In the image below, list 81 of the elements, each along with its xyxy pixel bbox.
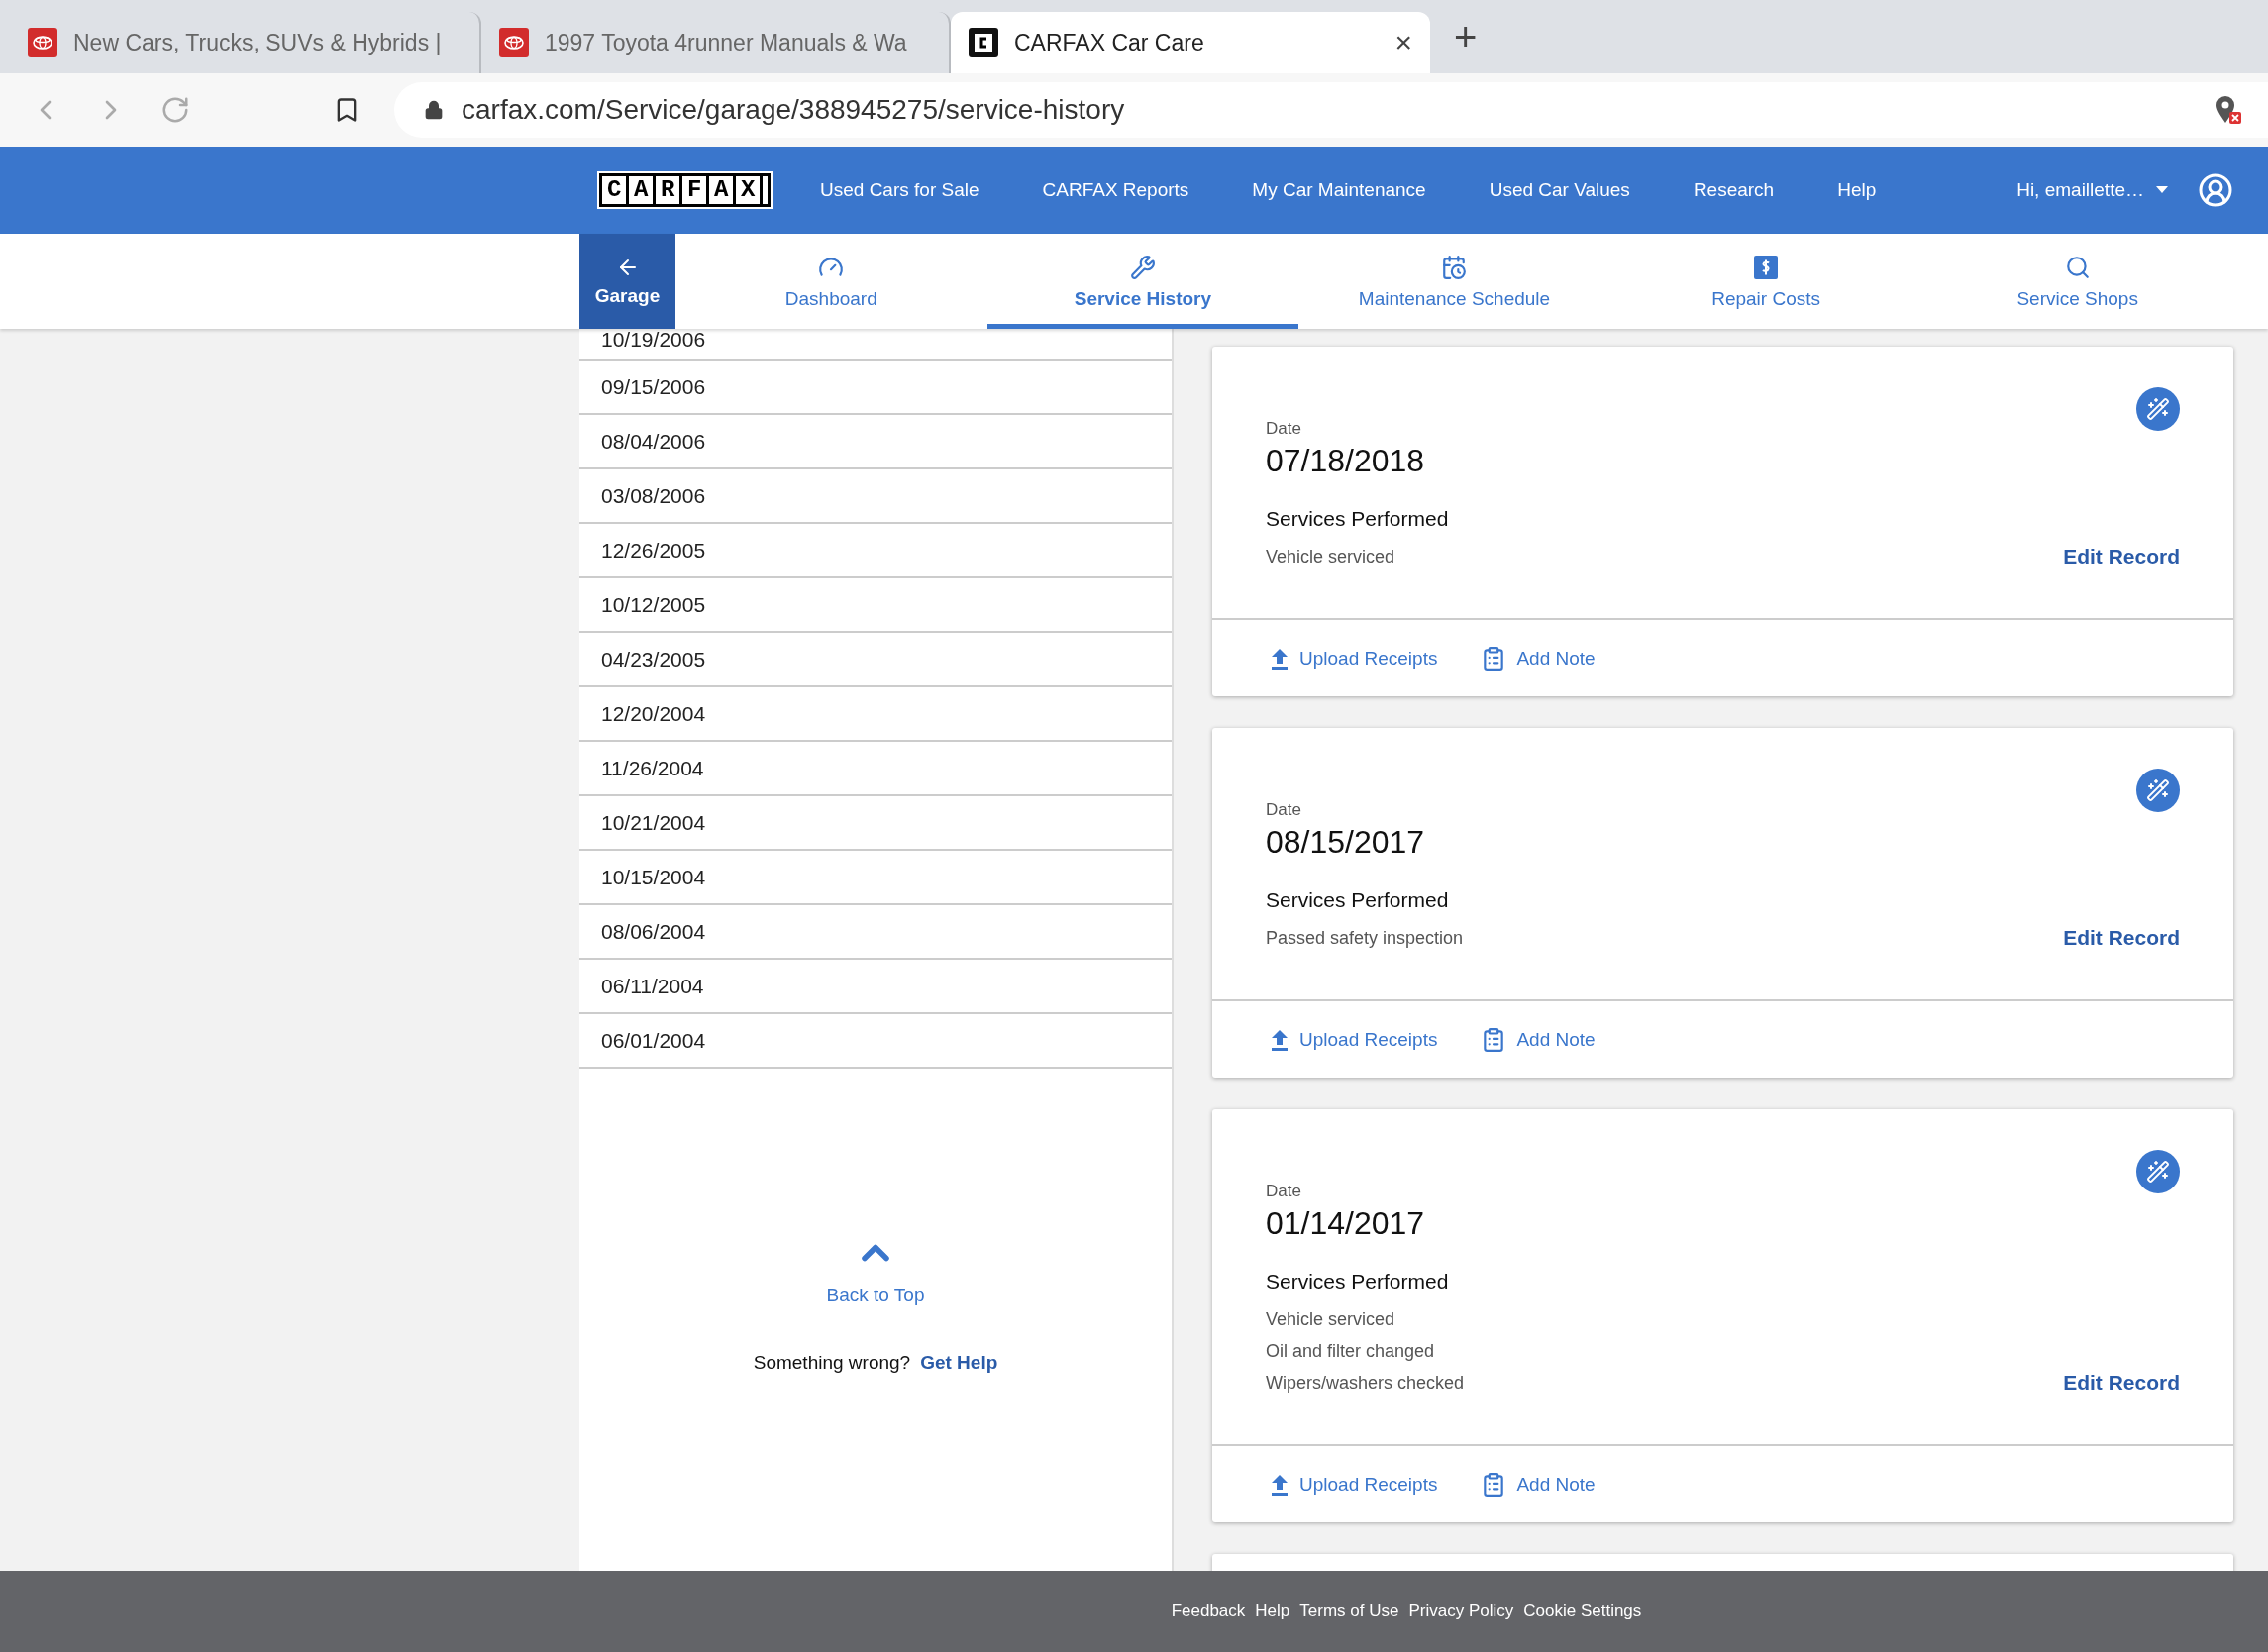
upload-receipts-link[interactable]: Upload Receipts	[1270, 647, 1438, 670]
back-to-top-link[interactable]: Back to Top	[826, 1285, 925, 1306]
history-date-item[interactable]: 03/08/2006	[579, 469, 1172, 524]
date-label: Date	[1266, 800, 1302, 820]
get-help-link[interactable]: Get Help	[920, 1352, 998, 1374]
magic-wand-icon	[2146, 778, 2170, 802]
add-note-link[interactable]: Add Note	[1481, 1026, 1596, 1053]
nav-link[interactable]: Research	[1693, 179, 1775, 201]
avatar-icon[interactable]	[2198, 172, 2233, 208]
magic-wand-button[interactable]	[2136, 769, 2180, 812]
section-tab[interactable]: Repair Costs	[1609, 234, 1922, 329]
edit-record-link[interactable]: Edit Record	[2063, 541, 2180, 572]
address-field[interactable]: carfax.com/Service/garage/388945275/service-history	[394, 82, 2268, 138]
history-date-item[interactable]: 12/20/2004	[579, 687, 1172, 742]
record-date: 01/14/2017	[1266, 1205, 1426, 1242]
close-tab-button[interactable]: ×	[1394, 26, 1412, 59]
history-date-item[interactable]: 08/06/2004	[579, 905, 1172, 960]
lock-icon	[424, 100, 444, 120]
service-item: Vehicle serviced	[1266, 1308, 1396, 1331]
history-date-item[interactable]: 10/19/2006	[579, 329, 1172, 361]
dollar-icon	[1753, 255, 1780, 280]
upload-receipts-link[interactable]: Upload Receipts	[1270, 1028, 1438, 1051]
history-date-item[interactable]: 04/23/2005	[579, 633, 1172, 687]
history-date-item[interactable]: 06/11/2004	[579, 960, 1172, 1014]
magic-wand-icon	[2146, 397, 2170, 421]
footer-link[interactable]: Cookie Settings	[1523, 1601, 1642, 1621]
emblem-icon	[499, 28, 529, 57]
services-heading: Services Performed	[1266, 888, 1450, 912]
add-note-link[interactable]: Add Note	[1481, 1471, 1596, 1497]
section-tab[interactable]: Service Shops	[1921, 234, 2233, 329]
history-date-item[interactable]: 10/21/2004	[579, 796, 1172, 851]
record-date: 07/18/2018	[1266, 443, 1426, 479]
section-tab[interactable]: Dashboard	[675, 234, 987, 329]
nav-link[interactable]: Used Cars for Sale	[820, 179, 979, 201]
browser-tab[interactable]: CARFAX Car Care ×	[951, 12, 1430, 73]
caret-icon	[2156, 186, 2168, 194]
nav-link[interactable]: My Car Maintenance	[1252, 179, 1426, 201]
edit-record-link[interactable]: Edit Record	[2063, 1367, 2180, 1398]
service-item: Wipers/washers checked	[1266, 1372, 1465, 1394]
wrench-icon	[1129, 255, 1156, 280]
magic-wand-icon	[2146, 1160, 2170, 1184]
history-date-item[interactable]: 10/12/2005	[579, 578, 1172, 633]
site-icon	[969, 28, 998, 57]
section-tab[interactable]: Maintenance Schedule	[1298, 234, 1610, 329]
footer-link[interactable]: Terms of Use	[1299, 1601, 1399, 1621]
history-date-item[interactable]: 09/15/2006	[579, 361, 1172, 415]
date-label: Date	[1266, 419, 1302, 439]
upload-receipts-link[interactable]: Upload Receipts	[1270, 1473, 1438, 1496]
services-heading: Services Performed	[1266, 507, 1449, 531]
new-tab-button[interactable]: +	[1454, 14, 1478, 59]
history-date-item[interactable]: 12/26/2005	[579, 524, 1172, 578]
upload-icon	[1270, 647, 1289, 670]
calendar-clock-icon	[1441, 255, 1468, 280]
location-blocked-icon[interactable]	[2215, 95, 2242, 125]
edit-record-link[interactable]: Edit Record	[2063, 922, 2180, 954]
magic-wand-button[interactable]	[2136, 1150, 2180, 1193]
record-date: 08/15/2017	[1266, 824, 1426, 861]
service-item: Vehicle serviced	[1266, 546, 1396, 568]
upload-icon	[1270, 1473, 1289, 1496]
footer-link[interactable]: Feedback	[1171, 1601, 1246, 1621]
nav-link[interactable]: Used Car Values	[1489, 179, 1630, 201]
date-label: Date	[1266, 1182, 1302, 1201]
search-icon	[2064, 255, 2091, 280]
history-date-item[interactable]: 11/26/2004	[579, 742, 1172, 796]
services-heading: Services Performed	[1266, 1270, 1450, 1293]
history-date-item[interactable]: 06/01/2004	[579, 1014, 1172, 1069]
add-note-link[interactable]: Add Note	[1481, 645, 1596, 671]
magic-wand-button[interactable]	[2136, 387, 2180, 431]
nav-link[interactable]: Help	[1837, 179, 1877, 201]
upload-icon	[1270, 1028, 1289, 1051]
service-item: Oil and filter changed	[1266, 1340, 1436, 1363]
garage-button[interactable]: Garage	[579, 234, 675, 329]
nav-link[interactable]: CARFAX Reports	[1042, 179, 1189, 201]
service-item: Passed safety inspection	[1266, 927, 1464, 950]
footer-link[interactable]: Help	[1255, 1601, 1290, 1621]
emblem-icon	[28, 28, 57, 57]
history-date-item[interactable]: 08/04/2006	[579, 415, 1172, 469]
footer-link[interactable]: Privacy Policy	[1408, 1601, 1514, 1621]
help-prompt: Something wrong?	[753, 1352, 911, 1374]
history-date-item[interactable]: 10/15/2004	[579, 851, 1172, 905]
account-menu-button[interactable]: Hi, emaillette…	[2010, 178, 2174, 202]
